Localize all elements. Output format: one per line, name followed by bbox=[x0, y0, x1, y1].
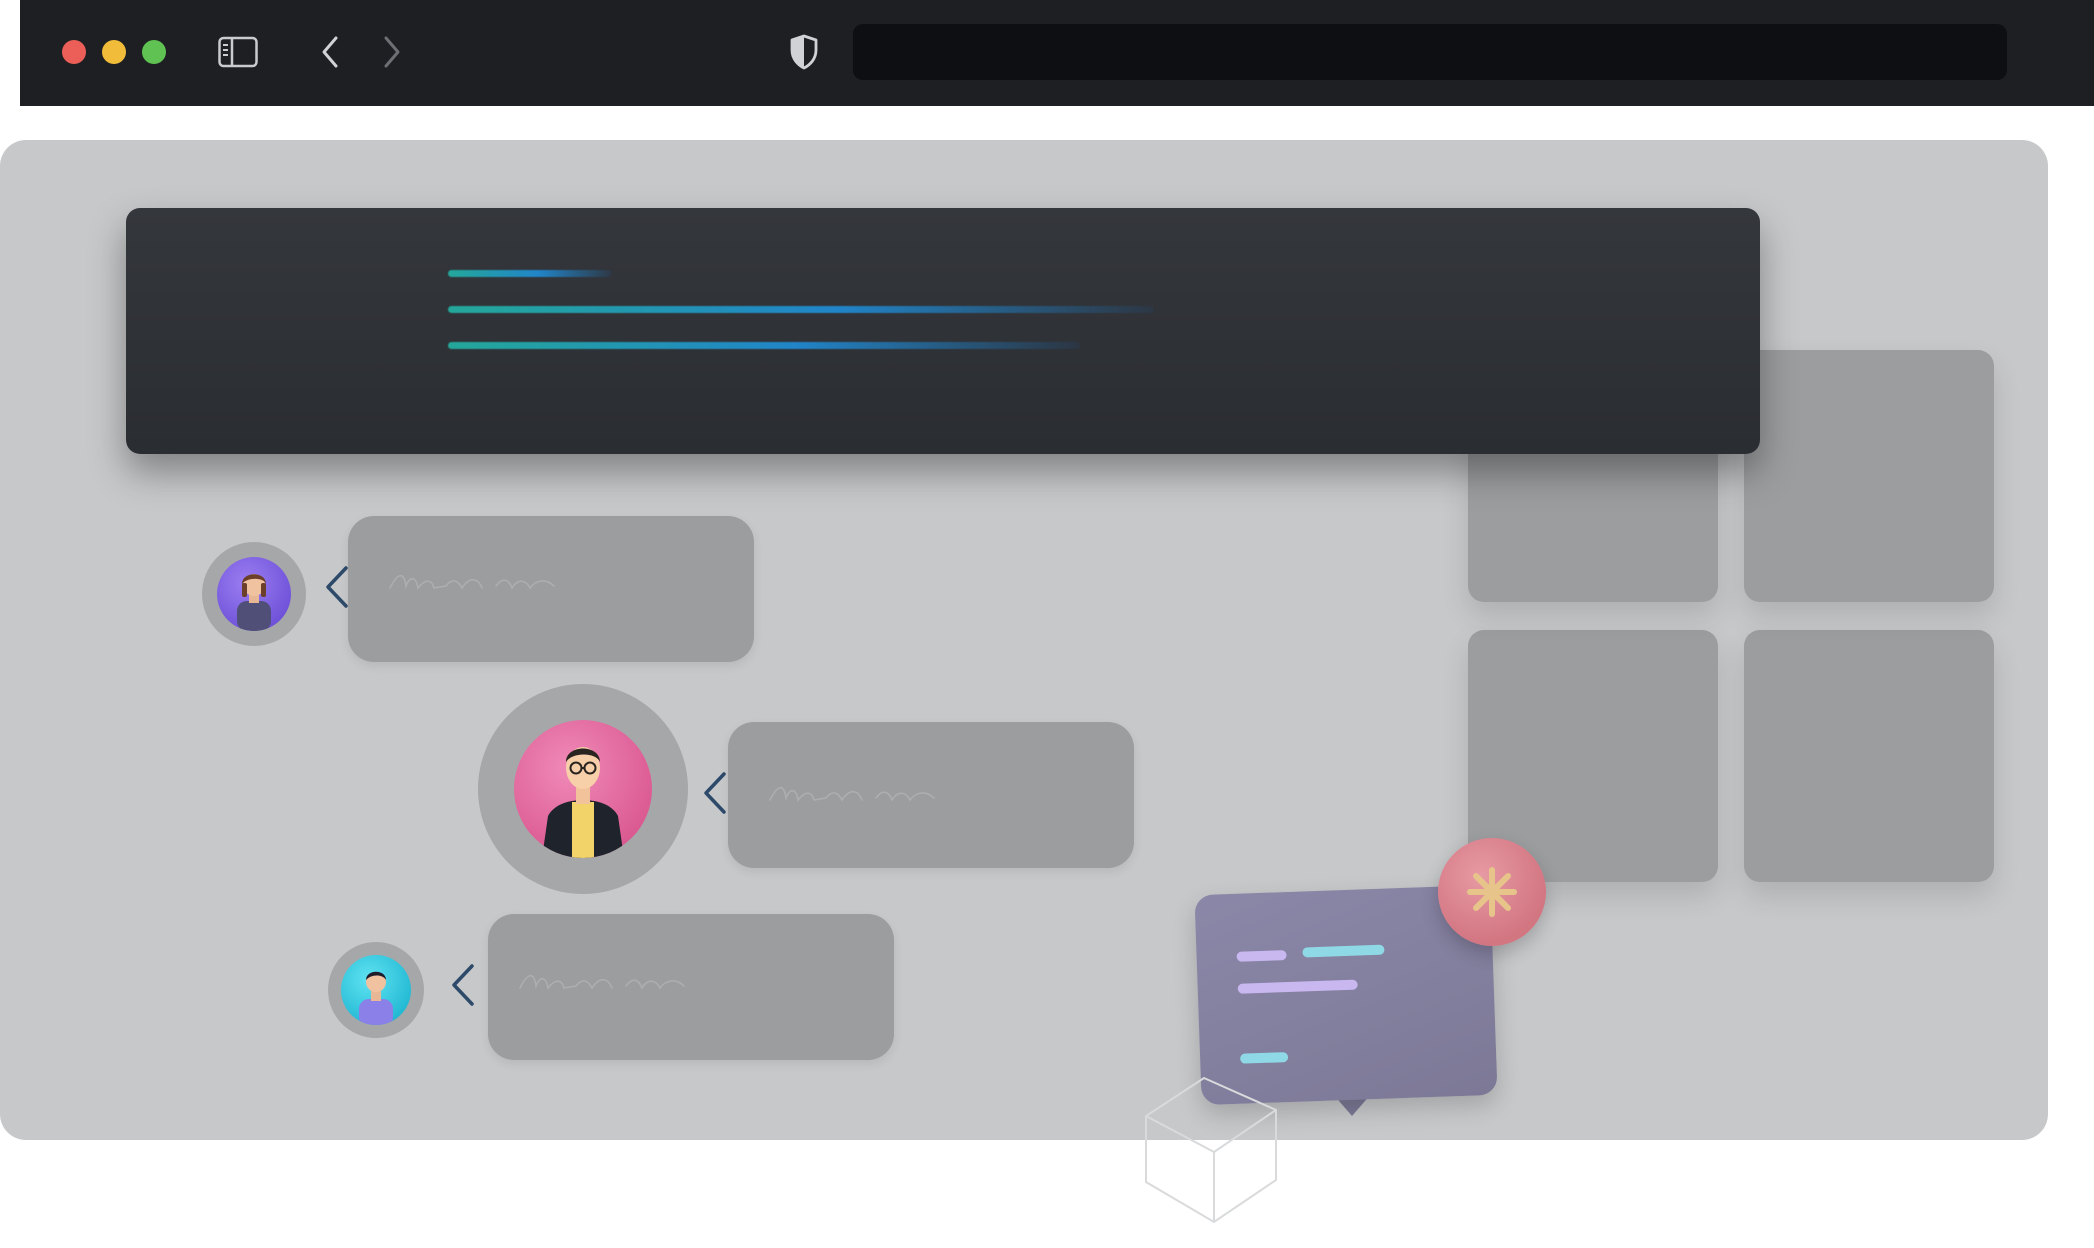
man-avatar bbox=[341, 955, 411, 1025]
chevron-left-icon bbox=[322, 564, 350, 615]
scribble-placeholder bbox=[519, 974, 685, 990]
chat-line bbox=[1237, 979, 1358, 994]
scribble-placeholder bbox=[389, 574, 555, 590]
man-glasses-avatar bbox=[514, 720, 652, 858]
avatar[interactable] bbox=[328, 942, 424, 1038]
chat-line bbox=[1236, 950, 1287, 962]
zoom-window-button[interactable] bbox=[142, 40, 166, 64]
placeholder-line bbox=[448, 342, 1080, 349]
chevron-left-icon[interactable] bbox=[310, 30, 350, 74]
close-window-button[interactable] bbox=[62, 40, 86, 64]
chat-line bbox=[1302, 944, 1385, 958]
comment-bubble[interactable] bbox=[348, 516, 754, 662]
cube-outline-icon bbox=[1138, 1072, 1288, 1237]
address-bar[interactable] bbox=[853, 24, 2007, 80]
asterisk-icon bbox=[1438, 838, 1546, 946]
placeholder-line bbox=[448, 306, 1154, 313]
grid-tile[interactable] bbox=[1744, 350, 1994, 602]
woman-avatar bbox=[217, 557, 291, 631]
header-banner bbox=[126, 208, 1760, 454]
scribble-placeholder bbox=[769, 786, 935, 802]
chevron-right-icon[interactable] bbox=[372, 30, 412, 74]
comment-bubble[interactable] bbox=[488, 914, 894, 1060]
avatar[interactable] bbox=[478, 684, 688, 894]
placeholder-line bbox=[448, 270, 612, 277]
minimize-window-button[interactable] bbox=[102, 40, 126, 64]
browser-toolbar bbox=[20, 0, 2094, 106]
shield-icon[interactable] bbox=[784, 30, 824, 74]
sidebar-icon[interactable] bbox=[216, 30, 260, 74]
comment-bubble[interactable] bbox=[728, 722, 1134, 868]
avatar[interactable] bbox=[202, 542, 306, 646]
chat-line bbox=[1239, 1052, 1289, 1064]
chevron-left-icon bbox=[700, 770, 728, 821]
chevron-left-icon bbox=[448, 962, 476, 1013]
grid-tile[interactable] bbox=[1744, 630, 1994, 882]
